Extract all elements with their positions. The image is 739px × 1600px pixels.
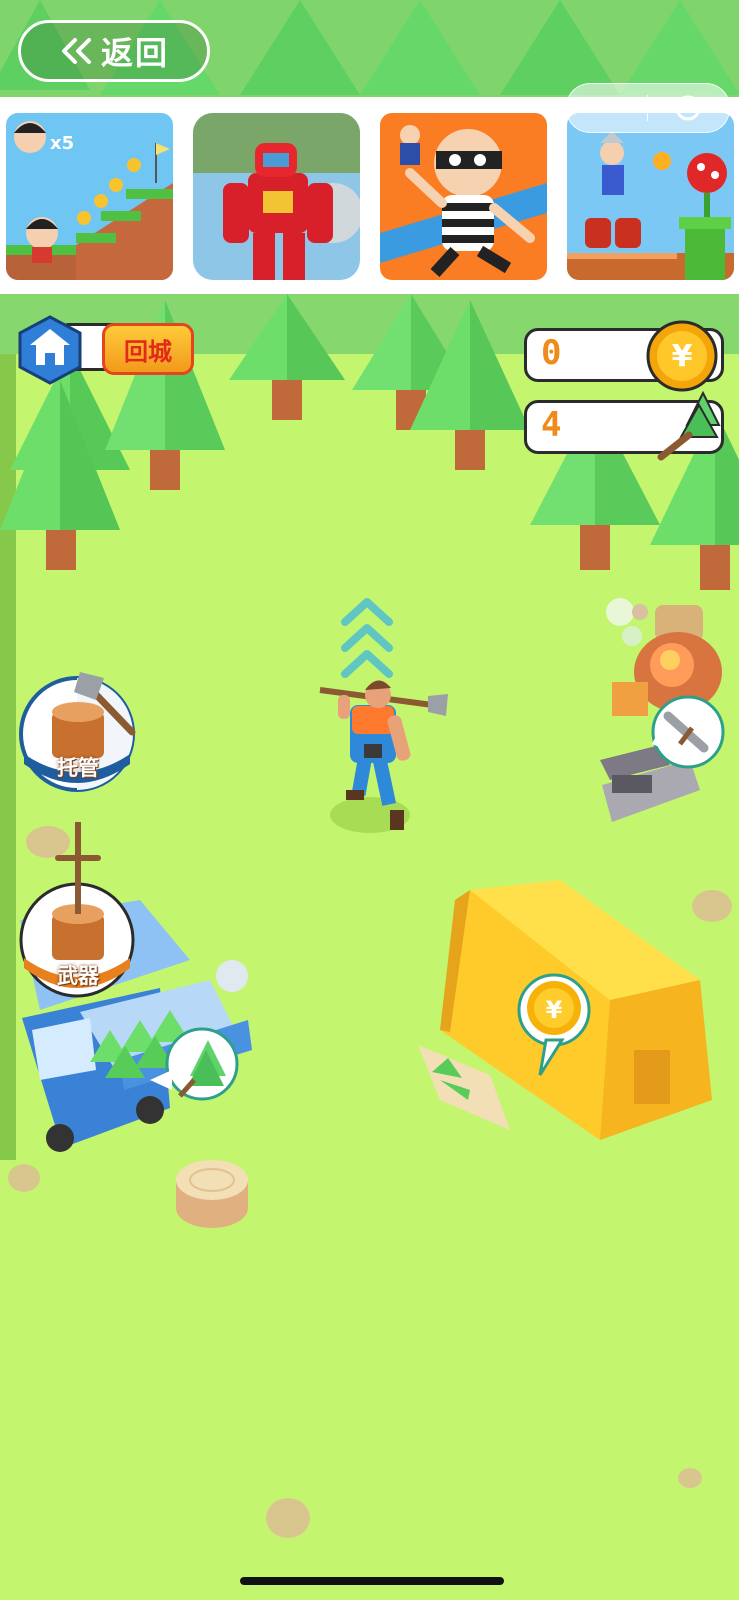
ad-tile-robot[interactable] — [193, 113, 360, 280]
coin-value: 0 — [541, 333, 562, 373]
double-chevron-left-icon — [61, 38, 91, 64]
tree-stump — [176, 1160, 248, 1228]
weapon-label: 武器 — [57, 964, 99, 988]
robot-thumbnail — [193, 113, 360, 280]
return-city-button[interactable]: 回城 — [102, 323, 194, 375]
target-circle-icon[interactable] — [648, 94, 728, 122]
back-button[interactable]: 返回 — [18, 20, 210, 82]
three-dots-icon[interactable] — [567, 104, 647, 112]
wood-value: 4 — [541, 405, 562, 445]
auto-play-label: 托管 — [57, 756, 99, 780]
home-group: 回城 — [16, 315, 194, 385]
weapon-button[interactable]: 武器 — [14, 818, 142, 998]
home-indicator — [240, 1577, 504, 1585]
wood-counter: 4 — [524, 390, 724, 461]
thief-thumbnail — [380, 113, 547, 280]
return-city-label: 回城 — [124, 337, 172, 366]
lives-counter: x5 — [50, 133, 74, 154]
auto-play-button[interactable]: 托管 — [14, 672, 142, 792]
ad-tile-thief[interactable] — [380, 113, 547, 280]
sword-bubble — [651, 695, 725, 769]
platformer-girl-thumbnail: x5 — [6, 113, 173, 280]
ad-tile-hero-platformer[interactable] — [567, 113, 734, 280]
ad-tile-platformer-girl[interactable]: x5 — [6, 113, 173, 280]
back-button-label: 返回 — [100, 34, 169, 72]
house-icon[interactable] — [16, 315, 84, 385]
coin-counter: 0 ¥ — [524, 320, 724, 392]
svg-text:¥: ¥ — [546, 996, 563, 1024]
tree-icon — [651, 390, 723, 465]
yuan-coin-icon: ¥ — [645, 319, 719, 397]
svg-text:¥: ¥ — [672, 339, 693, 374]
hero-platformer-thumbnail — [567, 113, 734, 280]
mini-program-capsule — [566, 83, 730, 133]
